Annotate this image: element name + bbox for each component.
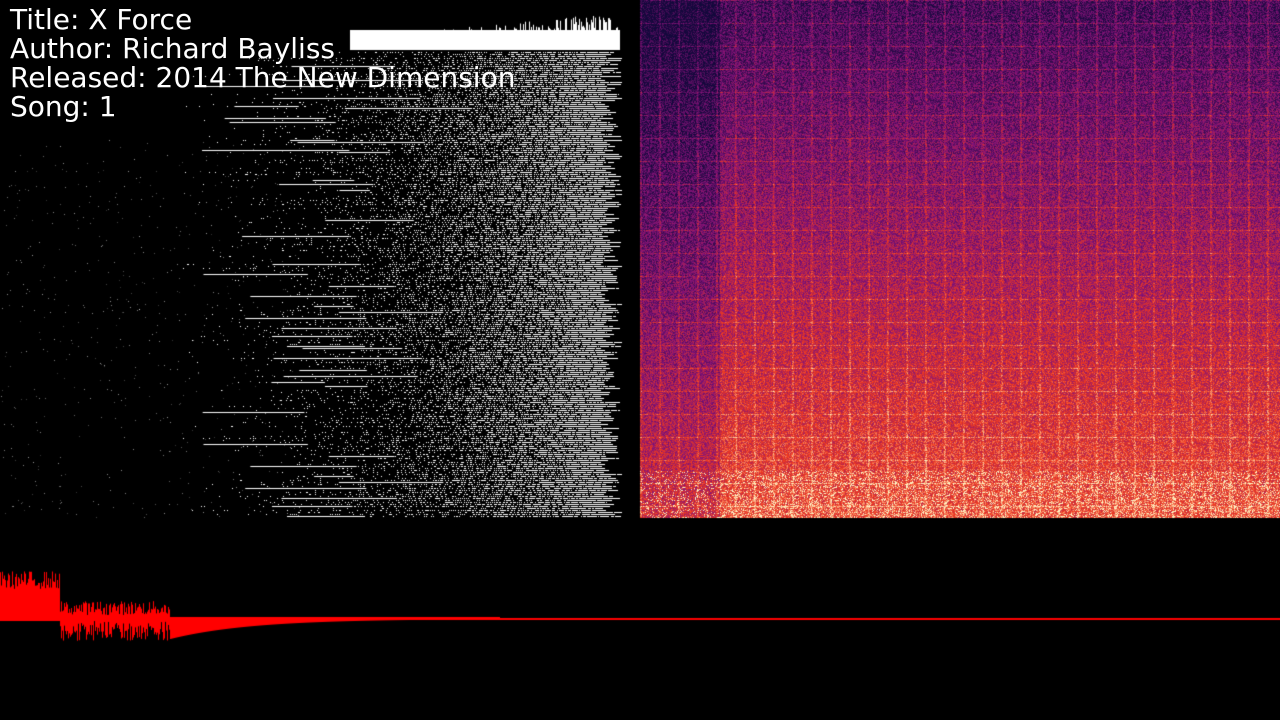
track-author: Author: Richard Bayliss xyxy=(10,32,336,65)
track-song-number: Song: 1 xyxy=(10,90,117,123)
track-info-panel: Title: X Force Author: Richard Bayliss R… xyxy=(10,5,515,121)
track-title: Title: X Force xyxy=(10,3,193,36)
track-released: Released: 2014 The New Dimension xyxy=(10,61,516,94)
